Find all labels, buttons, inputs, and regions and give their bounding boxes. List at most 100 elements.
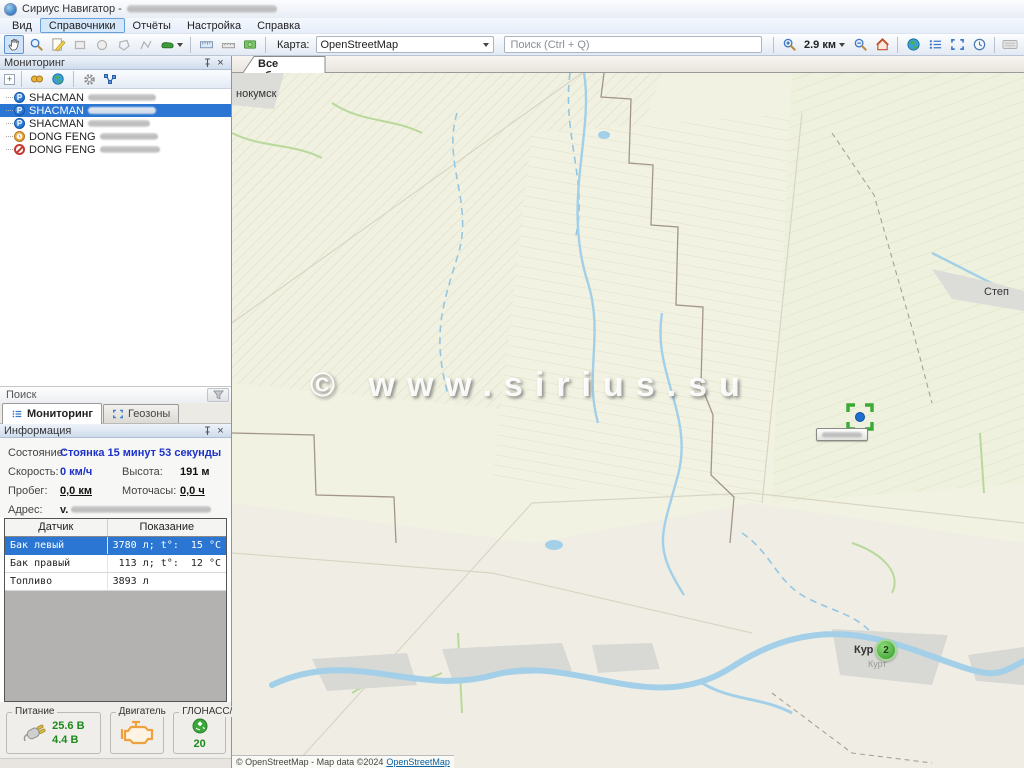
list-icon	[11, 409, 23, 419]
cluster-marker[interactable]: 2	[875, 639, 897, 661]
vehicle-row[interactable]: DONG FENG	[0, 143, 231, 156]
globe-arrow-icon	[51, 72, 65, 86]
address-label: Адрес:	[8, 504, 60, 516]
track-display-button[interactable]	[158, 35, 185, 54]
tab-geozones[interactable]: Геозоны	[103, 404, 179, 423]
pan-tool-button[interactable]	[4, 35, 24, 54]
menu-spravka[interactable]: Справка	[249, 18, 308, 33]
vehicle-name: SHACMAN	[29, 118, 84, 130]
keyboard-icon	[1002, 39, 1018, 50]
ruler-flat-icon	[221, 38, 236, 51]
draw-polyline-tool-button[interactable]	[136, 35, 156, 54]
backup-voltage-value: 4.4 В	[52, 734, 78, 746]
object-list-button[interactable]	[925, 35, 945, 54]
tab-all-objects[interactable]: Все объекты	[242, 56, 326, 73]
menu-spravochniki[interactable]: Справочники	[40, 18, 125, 33]
map-canvas[interactable]: нокумск Степ Кур Курт © www.sirius.su 2	[232, 73, 1024, 768]
pin-icon[interactable]	[201, 425, 214, 437]
sidebar-bottom-strip	[0, 758, 231, 768]
vehicle-status-offline-icon	[14, 144, 25, 155]
vehicle-name: SHACMAN	[29, 92, 84, 104]
keyboard-button[interactable]	[1000, 35, 1020, 54]
monitoring-panel-header: Мониторинг ×	[0, 56, 231, 70]
draw-polygon-tool-button[interactable]	[114, 35, 134, 54]
map-attribution: © OpenStreetMap - Map data ©2024 OpenStr…	[232, 755, 454, 768]
engine-icon	[119, 719, 155, 748]
menu-nastroyka[interactable]: Настройка	[179, 18, 249, 33]
map-scale-button[interactable]: 2.9 км	[801, 35, 848, 54]
rectangle-icon	[73, 38, 87, 52]
value-col-header: Показание	[107, 519, 226, 536]
zoom-out-icon	[853, 37, 868, 52]
show-on-map-button[interactable]	[49, 71, 67, 87]
vehicle-map-label[interactable]	[816, 428, 868, 441]
power-groupbox: Питание 25.6 В 4.4 В	[6, 712, 101, 754]
main-voltage-value: 25.6 В	[52, 720, 84, 732]
filter-button[interactable]	[207, 388, 229, 402]
follow-vehicle-button[interactable]	[28, 71, 46, 87]
edit-page-icon	[51, 37, 66, 52]
tree-connector	[6, 110, 13, 111]
list-icon	[928, 38, 943, 51]
close-icon[interactable]: ×	[214, 425, 227, 437]
fit-extent-button[interactable]	[947, 35, 967, 54]
edit-tool-button[interactable]	[48, 35, 68, 54]
vehicle-row[interactable]: P SHACMAN	[0, 117, 231, 130]
tab-monitoring[interactable]: Мониторинг	[2, 403, 102, 424]
chevron-down-icon	[839, 43, 845, 47]
select-rect-tool-button[interactable]	[70, 35, 90, 54]
city-label-right: Степ	[984, 286, 1009, 298]
toolbar-separator	[21, 71, 22, 87]
tree-search-row[interactable]: Поиск	[0, 386, 231, 403]
info-panel-title: Информация	[4, 425, 201, 437]
zoom-select-button[interactable]	[26, 35, 46, 54]
tree-search-label: Поиск	[6, 389, 207, 401]
sensor-row[interactable]: Бак правый 113 л; t°: 12 °C	[5, 554, 226, 572]
vehicle-row-selected[interactable]: P SHACMAN	[0, 104, 231, 117]
vehicle-row[interactable]: P SHACMAN	[0, 91, 231, 104]
close-icon[interactable]: ×	[214, 57, 227, 69]
menu-otchety[interactable]: Отчёты	[125, 18, 179, 33]
select-circle-tool-button[interactable]	[92, 35, 112, 54]
vehicle-row[interactable]: DONG FENG	[0, 130, 231, 143]
tab-geozones-label: Геозоны	[128, 408, 170, 420]
attribution-link[interactable]: OpenStreetMap	[386, 757, 450, 767]
sensor-row[interactable]: Топливо 3893 л	[5, 572, 226, 590]
pin-icon[interactable]	[201, 57, 214, 69]
measure-area-button[interactable]	[218, 35, 238, 54]
gear-icon	[83, 73, 96, 86]
vehicle-status-parking-icon: P	[14, 105, 25, 116]
toolbar-separator	[994, 37, 995, 53]
search-input[interactable]	[504, 36, 763, 53]
state-label: Состояние:	[8, 447, 60, 459]
geozone-icon	[112, 409, 124, 419]
window-title-redacted	[127, 5, 277, 13]
measure-tool-button[interactable]	[196, 35, 216, 54]
tree-connector	[6, 136, 13, 137]
zoom-out-button[interactable]	[850, 35, 870, 54]
map-provider-value: OpenStreetMap	[321, 39, 481, 51]
route-nodes-button[interactable]	[101, 71, 119, 87]
speed-label: Скорость:	[8, 466, 60, 478]
tree-settings-button[interactable]	[80, 71, 98, 87]
sensor-row-selected[interactable]: Бак левый 3780 л; t°: 15 °C	[5, 536, 226, 554]
sidebar-tabs: Мониторинг Геозоны	[0, 403, 231, 424]
mileage-value[interactable]: 0,0 км	[60, 485, 122, 497]
billing-button[interactable]	[240, 35, 260, 54]
hours-value[interactable]: 0,0 ч	[180, 485, 223, 497]
toolbar-separator	[73, 71, 74, 87]
home-icon	[875, 37, 890, 52]
zoom-in-button[interactable]	[779, 35, 799, 54]
show-all-objects-button[interactable]	[903, 35, 923, 54]
address-redacted	[71, 506, 211, 513]
menu-vid[interactable]: Вид	[4, 18, 40, 33]
altitude-value: 191 м	[180, 466, 223, 478]
selected-vehicle-marker[interactable]	[846, 403, 874, 431]
home-view-button[interactable]	[872, 35, 892, 54]
tab-monitoring-label: Мониторинг	[27, 408, 93, 420]
map-provider-select[interactable]: OpenStreetMap	[316, 36, 494, 53]
history-time-button[interactable]	[969, 35, 989, 54]
polygon-icon	[117, 38, 131, 52]
expand-all-icon[interactable]: +	[4, 74, 15, 85]
sensor-table: Датчик Показание Бак левый 3780 л; t°: 1…	[5, 519, 226, 591]
